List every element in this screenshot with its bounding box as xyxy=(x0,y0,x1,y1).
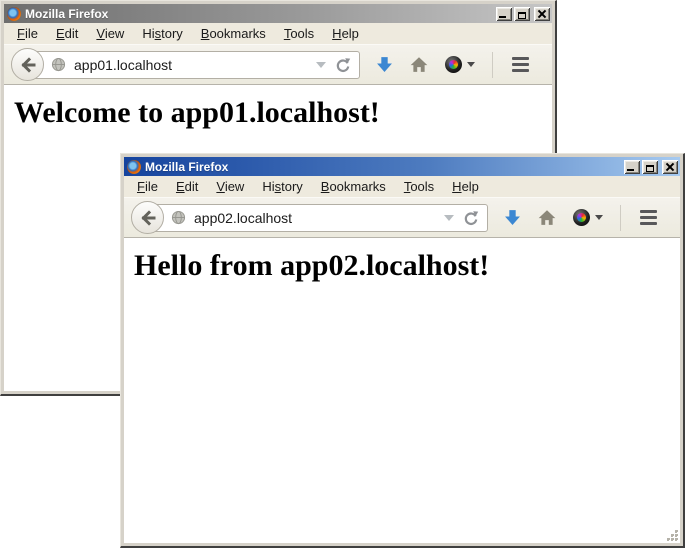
back-button[interactable] xyxy=(11,48,44,81)
search-engine-button[interactable] xyxy=(445,56,475,73)
firefox-icon xyxy=(7,7,21,21)
menu-edit[interactable]: Edit xyxy=(47,24,87,43)
page-content: Hello from app02.localhost! xyxy=(124,238,680,543)
url-text: app02.localhost xyxy=(194,210,292,226)
url-bar[interactable]: app01.localhost xyxy=(28,51,360,79)
browser-window-app02: Mozilla Firefox File Edit View History B… xyxy=(120,153,685,548)
close-button[interactable] xyxy=(662,160,678,174)
dropdown-caret-icon xyxy=(595,215,603,220)
toolbar-divider xyxy=(492,52,493,78)
menu-help[interactable]: Help xyxy=(443,177,488,196)
hamburger-menu-icon xyxy=(512,57,529,60)
menu-help[interactable]: Help xyxy=(323,24,368,43)
globe-icon xyxy=(171,210,186,225)
close-button[interactable] xyxy=(534,7,550,21)
resize-grip-icon[interactable] xyxy=(665,528,679,542)
minimize-icon xyxy=(627,169,634,171)
page-heading: Hello from app02.localhost! xyxy=(124,249,680,283)
menu-button[interactable] xyxy=(510,53,531,76)
navigation-toolbar: app01.localhost xyxy=(4,44,552,85)
globe-icon xyxy=(51,57,66,72)
window-controls xyxy=(624,160,678,174)
window-title: Mozilla Firefox xyxy=(145,160,624,174)
menu-tools[interactable]: Tools xyxy=(275,24,323,43)
reload-icon[interactable] xyxy=(335,57,351,73)
maximize-icon xyxy=(646,165,654,172)
menu-history[interactable]: History xyxy=(253,177,311,196)
page-heading: Welcome to app01.localhost! xyxy=(4,96,552,130)
maximize-button[interactable] xyxy=(642,160,658,174)
menu-file[interactable]: File xyxy=(8,24,47,43)
minimize-button[interactable] xyxy=(624,160,640,174)
back-arrow-icon xyxy=(19,56,37,74)
minimize-icon xyxy=(499,16,506,18)
back-button[interactable] xyxy=(131,201,164,234)
download-button[interactable] xyxy=(376,56,393,73)
maximize-icon xyxy=(518,12,526,19)
titlebar[interactable]: Mozilla Firefox xyxy=(124,157,680,176)
close-icon xyxy=(666,163,674,171)
menu-view[interactable]: View xyxy=(87,24,133,43)
menu-view[interactable]: View xyxy=(207,177,253,196)
window-title: Mozilla Firefox xyxy=(25,7,496,21)
window-controls xyxy=(496,7,550,21)
search-engine-sphere-icon xyxy=(445,56,462,73)
search-engine-sphere-icon xyxy=(573,209,590,226)
back-arrow-icon xyxy=(139,209,157,227)
menu-bar: File Edit View History Bookmarks Tools H… xyxy=(124,176,680,197)
navigation-toolbar: app02.localhost xyxy=(124,197,680,238)
menu-button[interactable] xyxy=(638,206,659,229)
toolbar-divider xyxy=(620,205,621,231)
menu-file[interactable]: File xyxy=(128,177,167,196)
menu-tools[interactable]: Tools xyxy=(395,177,443,196)
home-button[interactable] xyxy=(538,209,556,226)
search-engine-button[interactable] xyxy=(573,209,603,226)
menu-edit[interactable]: Edit xyxy=(167,177,207,196)
menu-bookmarks[interactable]: Bookmarks xyxy=(192,24,275,43)
menu-bar: File Edit View History Bookmarks Tools H… xyxy=(4,23,552,44)
hamburger-menu-icon xyxy=(640,210,657,213)
close-icon xyxy=(538,10,546,18)
history-dropdown-icon[interactable] xyxy=(444,215,454,221)
url-text: app01.localhost xyxy=(74,57,172,73)
download-button[interactable] xyxy=(504,209,521,226)
reload-icon[interactable] xyxy=(463,210,479,226)
menu-bookmarks[interactable]: Bookmarks xyxy=(312,177,395,196)
firefox-icon xyxy=(127,160,141,174)
url-bar[interactable]: app02.localhost xyxy=(148,204,488,232)
dropdown-caret-icon xyxy=(467,62,475,67)
titlebar[interactable]: Mozilla Firefox xyxy=(4,4,552,23)
menu-history[interactable]: History xyxy=(133,24,191,43)
home-button[interactable] xyxy=(410,56,428,73)
history-dropdown-icon[interactable] xyxy=(316,62,326,68)
minimize-button[interactable] xyxy=(496,7,512,21)
maximize-button[interactable] xyxy=(514,7,530,21)
